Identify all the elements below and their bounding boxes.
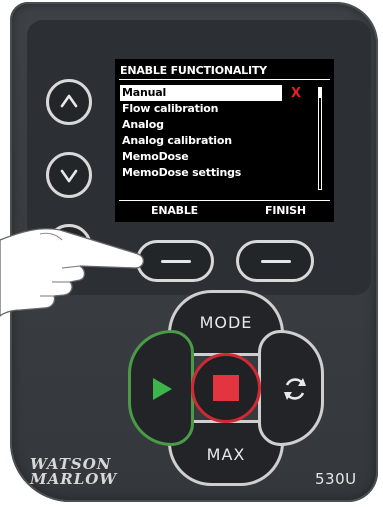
stop-button[interactable]	[191, 353, 261, 423]
function-list: Manual Flow calibration Analog Analog ca…	[120, 85, 290, 181]
screen-title: ENABLE FUNCTIONALITY	[120, 64, 267, 77]
list-item-memodose[interactable]: MemoDose	[120, 149, 290, 165]
up-button[interactable]	[46, 79, 92, 125]
direction-cycle-icon	[284, 378, 306, 400]
main-keypad: MODE MAX	[128, 290, 324, 486]
model-number: 530U	[315, 470, 357, 488]
softkey-left-label: ENABLE	[151, 204, 198, 217]
scrollbar-thumb[interactable]	[319, 88, 321, 98]
max-label: MAX	[206, 445, 246, 464]
chevron-up-icon	[60, 94, 78, 108]
scrollbar[interactable]	[318, 87, 322, 190]
list-item-memodose-settings[interactable]: MemoDose settings	[120, 165, 290, 181]
display-screen: ENABLE FUNCTIONALITY Manual Flow calibra…	[115, 59, 334, 222]
list-item-flow-calibration[interactable]: Flow calibration	[120, 101, 290, 117]
logo-line-2: MARLOW	[30, 470, 118, 488]
watson-marlow-logo: WATSON MARLOW	[30, 457, 117, 487]
softkey-bar-icon	[161, 260, 191, 263]
disabled-status-mark: X	[291, 86, 302, 101]
softkey-right-button[interactable]	[236, 240, 314, 282]
direction-button[interactable]	[258, 330, 324, 446]
mode-label: MODE	[199, 313, 253, 332]
softkey-bar: ENABLE FINISH	[119, 200, 330, 220]
list-item-analog[interactable]: Analog	[120, 117, 290, 133]
softkey-bar-icon	[261, 260, 291, 263]
play-icon	[153, 378, 172, 400]
down-button[interactable]	[46, 152, 92, 198]
title-divider	[119, 79, 330, 80]
chevron-down-icon	[60, 169, 78, 183]
list-item-manual[interactable]: Manual	[120, 85, 282, 101]
stop-icon	[213, 375, 239, 401]
run-button[interactable]	[128, 330, 194, 446]
softkey-right-label: FINISH	[265, 204, 306, 217]
list-item-analog-calibration[interactable]: Analog calibration	[120, 133, 290, 149]
